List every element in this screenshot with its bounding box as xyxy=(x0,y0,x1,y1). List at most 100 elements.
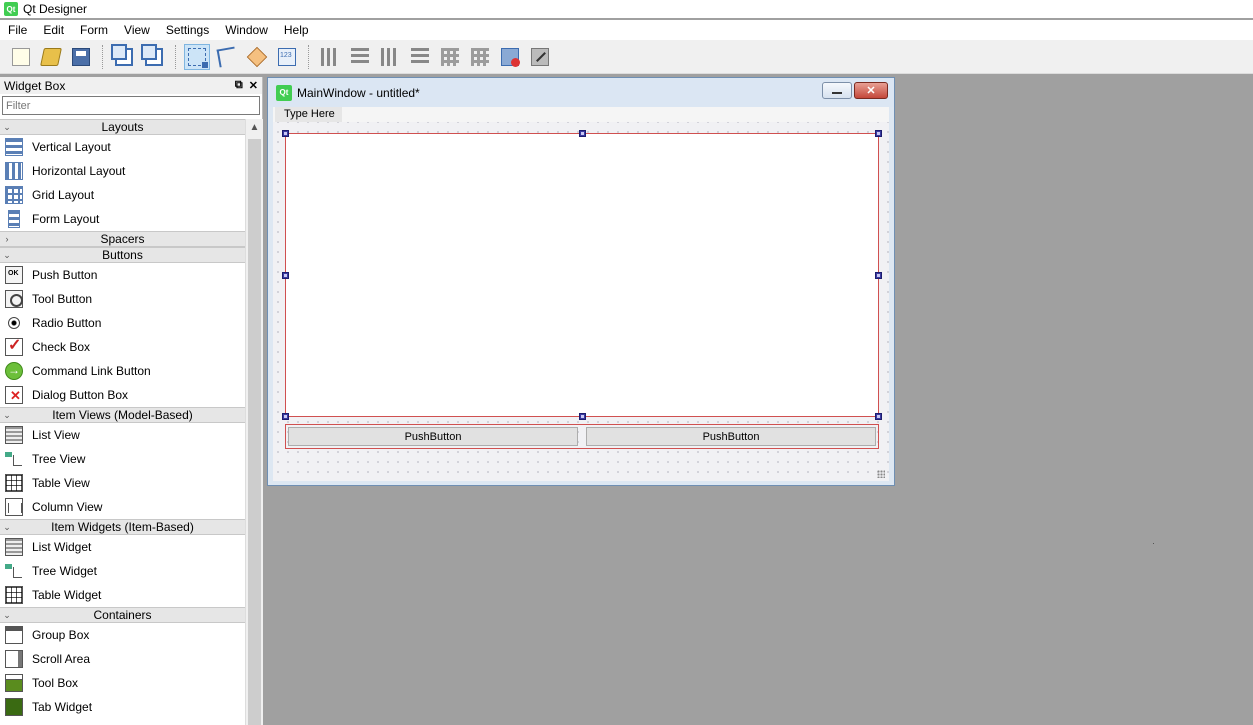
widget-category-header[interactable]: ⌄ Item Views (Model-Based) xyxy=(0,407,245,423)
widget-item[interactable]: Tree Widget xyxy=(0,559,245,583)
close-icon[interactable]: ✕ xyxy=(249,79,258,92)
dlgbox-icon xyxy=(5,386,23,404)
lay-out-horizontally-splitter-button[interactable] xyxy=(377,44,403,70)
tablev-icon xyxy=(5,586,23,604)
widget-item[interactable]: Scroll Area xyxy=(0,647,245,671)
widget-box-header: Widget Box ⧉ ✕ xyxy=(0,77,262,94)
form-canvas[interactable]: Type Here PushButton PushButton xyxy=(273,107,889,481)
resize-handle[interactable] xyxy=(282,130,289,137)
open-form-button[interactable] xyxy=(38,44,64,70)
menu-window[interactable]: Window xyxy=(217,20,276,40)
minimize-button[interactable] xyxy=(822,82,852,99)
widget-item[interactable]: Check Box xyxy=(0,335,245,359)
save-form-button[interactable] xyxy=(68,44,94,70)
widget-item[interactable]: List View xyxy=(0,423,245,447)
push-button-2[interactable]: PushButton xyxy=(586,427,876,446)
central-widget-selected[interactable] xyxy=(282,130,882,420)
menu-view[interactable]: View xyxy=(116,20,158,40)
widget-box-scrollbar[interactable]: ▲ xyxy=(245,119,263,725)
bring-to-front-button[interactable] xyxy=(111,43,137,70)
widget-category-header[interactable]: ⌄ Buttons xyxy=(0,247,245,263)
lay-out-horizontally-button[interactable] xyxy=(317,44,343,70)
widget-item[interactable]: Horizontal Layout xyxy=(0,159,245,183)
new-form-button[interactable] xyxy=(8,44,34,70)
edit-widgets-button[interactable] xyxy=(184,43,210,70)
break-layout-icon xyxy=(501,47,520,67)
widget-filter-input[interactable] xyxy=(2,96,260,115)
type-here-menu-placeholder[interactable]: Type Here xyxy=(275,107,342,122)
widget-item[interactable]: Column View xyxy=(0,495,245,519)
menu-edit[interactable]: Edit xyxy=(35,20,72,40)
widget-item-label: Dialog Button Box xyxy=(32,388,129,402)
widget-item[interactable]: Table View xyxy=(0,471,245,495)
widget-item[interactable]: Command Link Button xyxy=(0,359,245,383)
size-grip-icon[interactable] xyxy=(877,470,885,478)
scroll-up-icon[interactable]: ▲ xyxy=(246,119,263,137)
widget-category-header[interactable]: ⌄ Containers xyxy=(0,607,245,623)
listv-icon xyxy=(5,538,23,556)
send-to-back-icon xyxy=(141,43,163,66)
lay-out-vertically-button[interactable] xyxy=(347,44,373,70)
check-icon xyxy=(5,335,23,356)
resize-handle[interactable] xyxy=(579,413,586,420)
listv-icon xyxy=(5,426,23,444)
resize-handle[interactable] xyxy=(875,413,882,420)
widget-item[interactable]: Tab Widget xyxy=(0,695,245,719)
widget-category-header[interactable]: ⌄ Layouts xyxy=(0,119,245,135)
adjust-size-button[interactable] xyxy=(527,44,553,70)
toolbar-separator xyxy=(308,44,309,69)
scrollbar-thumb[interactable] xyxy=(248,139,261,725)
edit-tab-order-button[interactable] xyxy=(274,44,300,70)
resize-handle[interactable] xyxy=(875,130,882,137)
widget-item[interactable]: Grid Layout xyxy=(0,183,245,207)
widget-item[interactable]: Radio Button xyxy=(0,311,245,335)
widget-item[interactable]: Push Button xyxy=(0,263,245,287)
widget-item[interactable]: Vertical Layout xyxy=(0,135,245,159)
form-window[interactable]: Qt MainWindow - untitled* ✕ Type Here Pu… xyxy=(267,77,895,486)
widget-item[interactable]: Table Widget xyxy=(0,583,245,607)
horizontal-splitter-icon xyxy=(381,47,399,66)
widget-item-label: Grid Layout xyxy=(32,188,95,202)
edit-signals-slots-button[interactable] xyxy=(214,44,240,70)
widget-box-dock: Widget Box ⧉ ✕ ⌄Layouts Vertical Layout Ho… xyxy=(0,77,263,725)
widget-category-header[interactable]: ⌄ Item Widgets (Item-Based) xyxy=(0,519,245,535)
resize-handle[interactable] xyxy=(875,272,882,279)
lay-out-form-button[interactable] xyxy=(467,44,493,70)
resize-handle[interactable] xyxy=(282,272,289,279)
widget-item-label: List View xyxy=(32,428,80,442)
close-button[interactable]: ✕ xyxy=(854,82,888,99)
lay-out-grid-button[interactable] xyxy=(437,44,463,70)
edit-buddies-button[interactable] xyxy=(244,44,270,70)
float-icon[interactable]: ⧉ xyxy=(235,79,243,92)
widget-item[interactable]: Tree View xyxy=(0,447,245,471)
widget-item-label: Group Box xyxy=(32,628,90,642)
widget-item[interactable]: Group Box xyxy=(0,623,245,647)
widget-item[interactable]: Tool Button xyxy=(0,287,245,311)
tablev-icon xyxy=(5,474,23,492)
app-title: Qt Designer xyxy=(23,2,88,16)
close-icon: ✕ xyxy=(866,85,876,97)
widget-item-label: List Widget xyxy=(32,540,92,554)
widget-item[interactable]: List Widget xyxy=(0,535,245,559)
menu-settings[interactable]: Settings xyxy=(158,20,217,40)
menu-file[interactable]: File xyxy=(0,20,35,40)
widget-item-label: Radio Button xyxy=(32,316,102,330)
send-to-back-button[interactable] xyxy=(141,43,167,70)
menu-help[interactable]: Help xyxy=(276,20,317,40)
groupbox-icon xyxy=(5,626,23,644)
widget-item[interactable]: Form Layout xyxy=(0,207,245,231)
form-window-title-bar[interactable]: Qt MainWindow - untitled* xyxy=(268,78,894,107)
push-button-1[interactable]: PushButton xyxy=(288,427,578,446)
lay-out-vertically-splitter-button[interactable] xyxy=(407,44,433,70)
button-layout[interactable]: PushButton PushButton xyxy=(285,424,879,449)
break-layout-button[interactable] xyxy=(497,44,523,70)
widget-item[interactable]: Dialog Button Box xyxy=(0,383,245,407)
widget-item-label: Command Link Button xyxy=(32,364,151,378)
hlay-icon xyxy=(5,162,23,180)
form-layout-icon xyxy=(471,47,489,66)
resize-handle[interactable] xyxy=(282,413,289,420)
menu-form[interactable]: Form xyxy=(72,20,116,40)
resize-handle[interactable] xyxy=(579,130,586,137)
widget-category-header[interactable]: › Spacers xyxy=(0,231,245,247)
widget-item[interactable]: Tool Box xyxy=(0,671,245,695)
